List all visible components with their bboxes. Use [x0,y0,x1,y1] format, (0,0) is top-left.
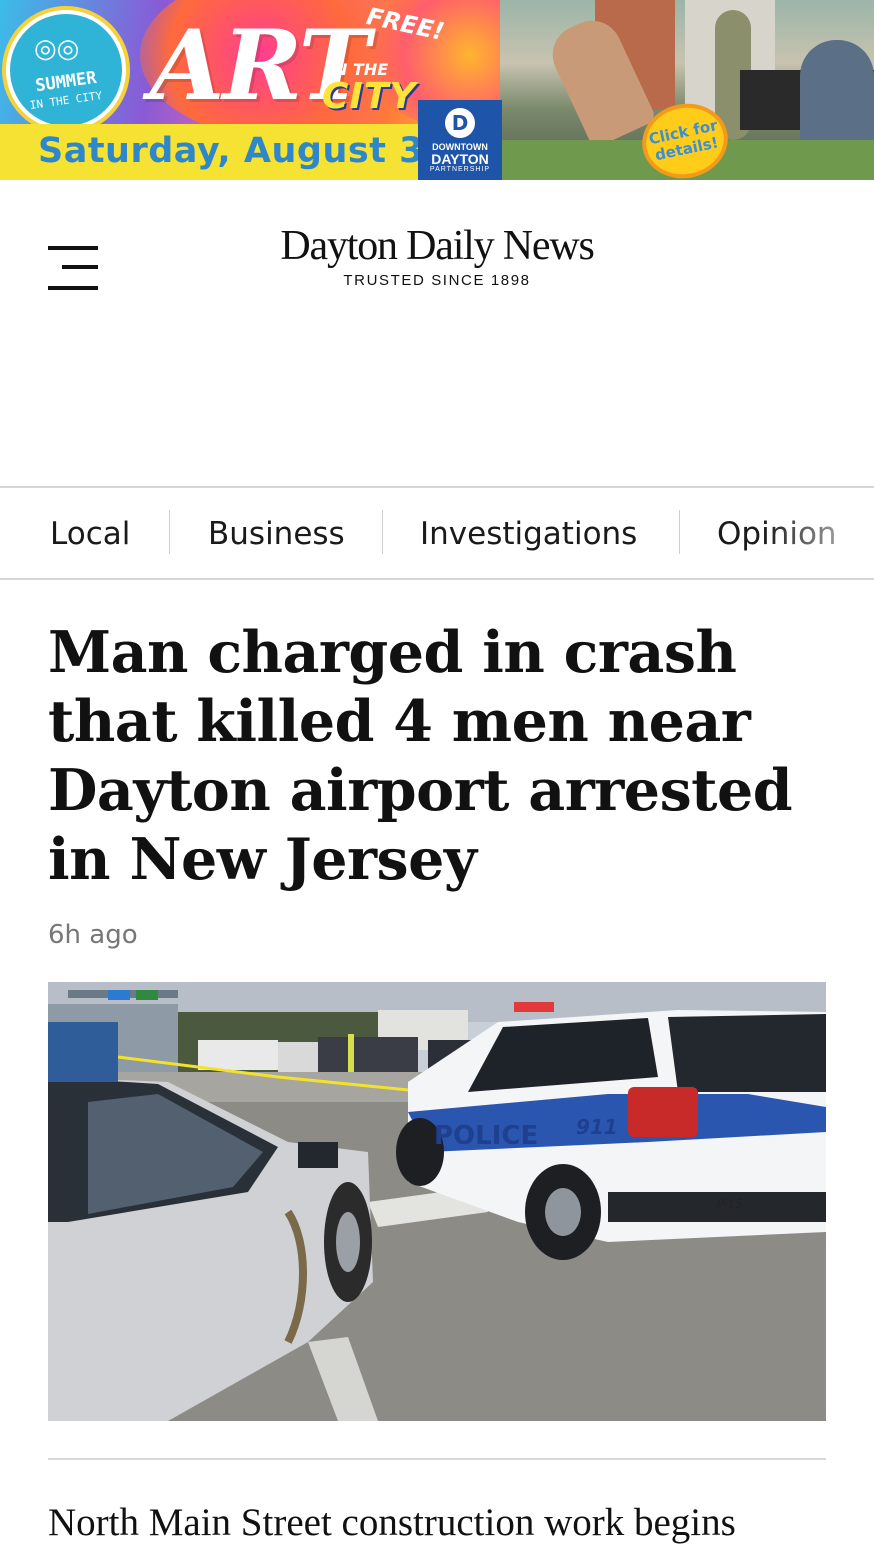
ad-summer-logo: ◎◎ SUMMER IN THE CITY [6,10,126,130]
article-timestamp: 6h ago [48,920,138,950]
nav-divider [169,510,170,554]
article-headline[interactable]: Man charged in crash that killed 4 men n… [48,618,828,894]
ad-banner[interactable]: ◎◎ SUMMER IN THE CITY ART FREE! IN THE C… [0,0,874,180]
sunglasses-icon: ◎◎ [34,34,80,64]
nav-item-opinion[interactable]: Opinion [717,516,837,552]
site-tagline: TRUSTED SINCE 1898 [343,272,531,289]
sponsor-d-icon: D [445,108,475,138]
section-nav: Local Business Investigations Opinion [0,486,874,580]
article-lead-photo[interactable]: POLICE 911 P-15 [48,982,826,1421]
nav-item-local[interactable]: Local [50,516,130,552]
site-logo[interactable]: Dayton Daily News [0,222,874,270]
nav-divider [679,510,680,554]
ad-sponsor-logo: D DOWNTOWN DAYTON PARTNERSHIP [418,100,502,180]
ad-date: Saturday, August 3 [38,131,424,171]
nav-divider [382,510,383,554]
photo-police-text: POLICE [434,1121,538,1151]
photo-911-text: 911 [576,1115,618,1139]
sponsor-line2: DAYTON [431,151,489,167]
nav-item-investigations[interactable]: Investigations [420,516,637,552]
sponsor-line3: PARTNERSHIP [429,166,491,173]
section-divider [48,1458,826,1460]
ad-city-label: CITY [322,76,417,117]
nav-item-business[interactable]: Business [208,516,345,552]
photo-unit-text: P-15 [715,1197,743,1211]
next-story-headline[interactable]: North Main Street construction work begi… [48,1500,848,1545]
